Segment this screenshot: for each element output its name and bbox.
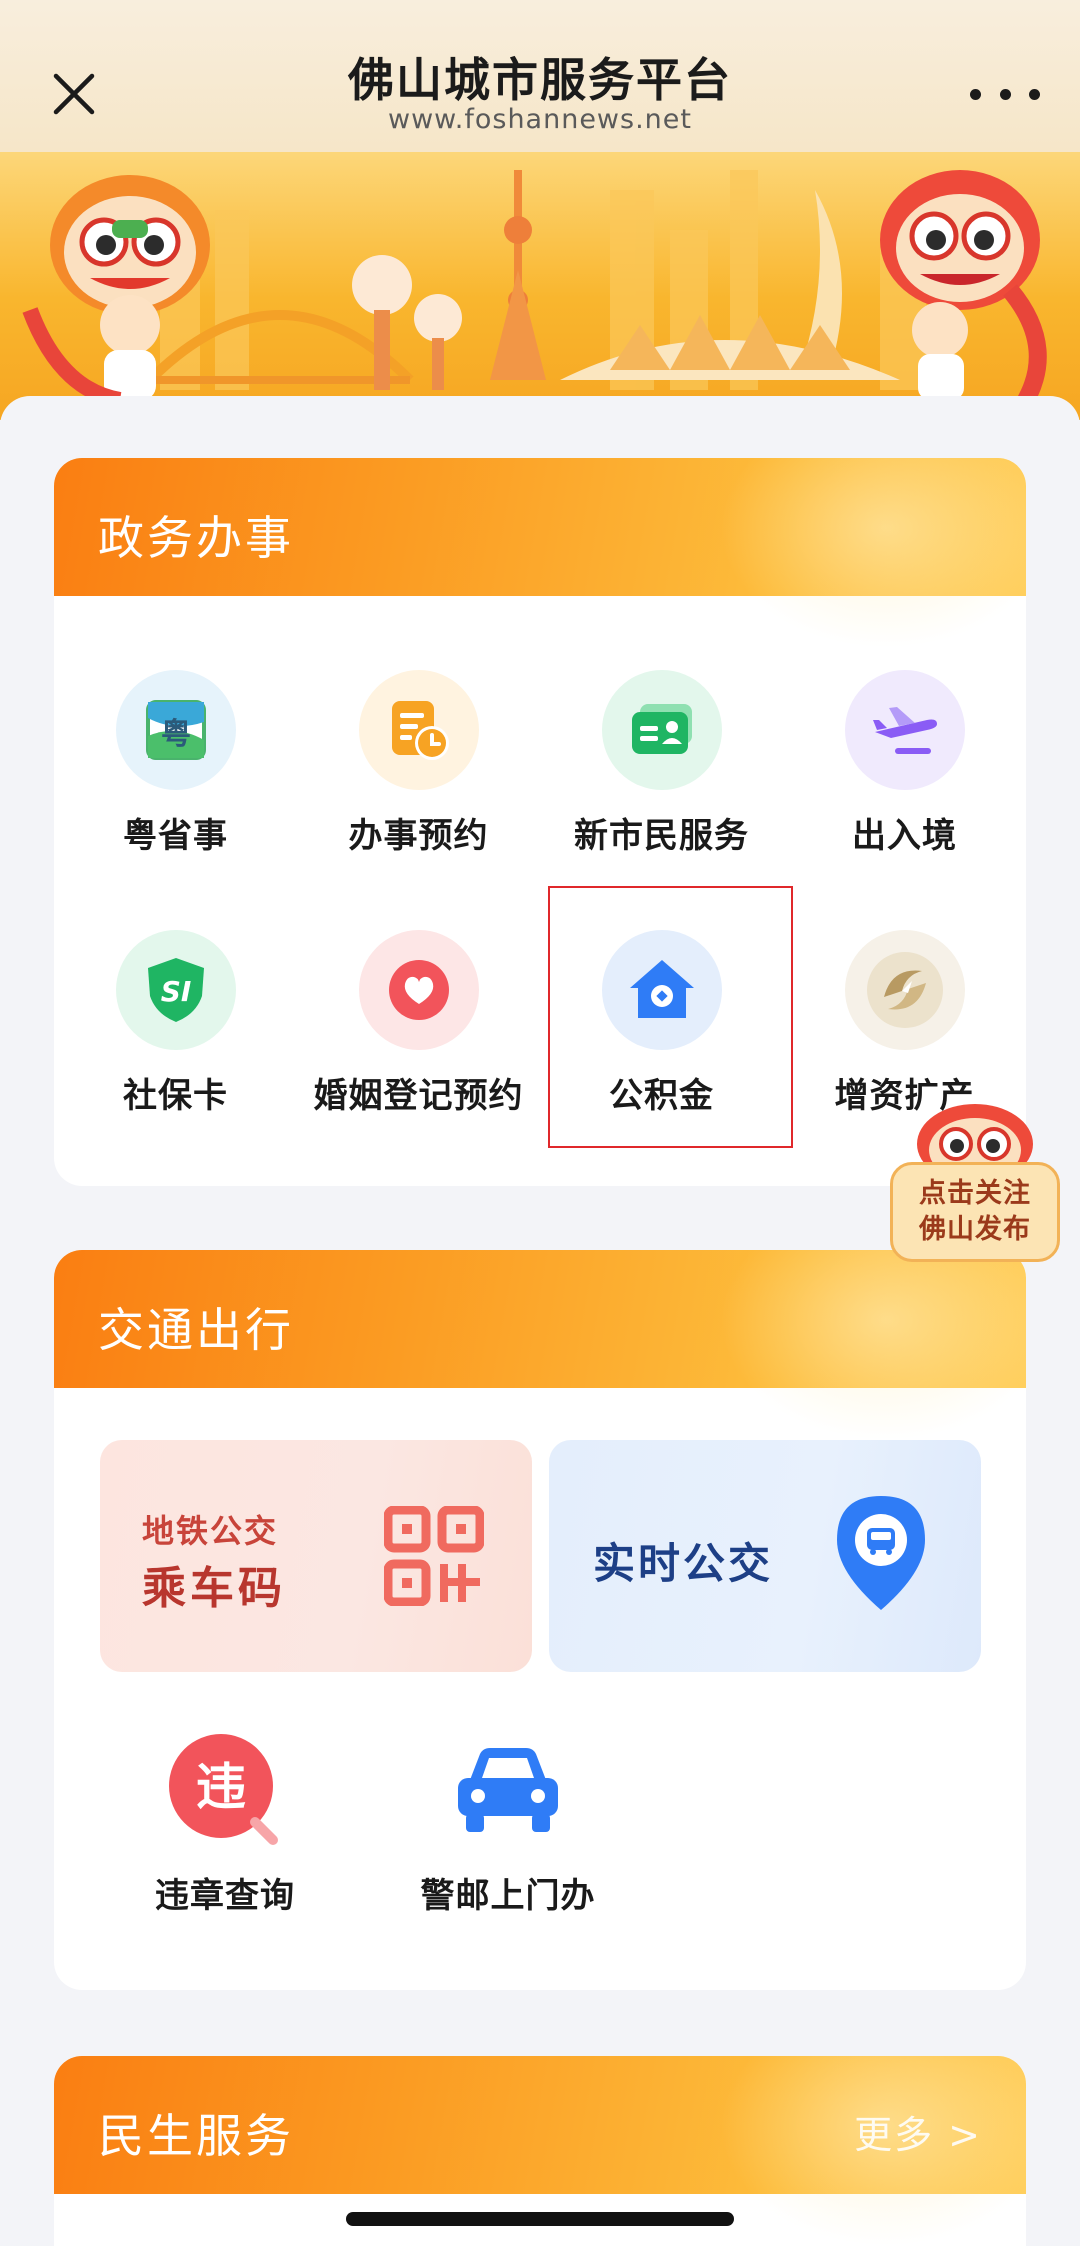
transport-header: 交通出行 bbox=[54, 1250, 1026, 1450]
more-dot-icon bbox=[970, 88, 981, 100]
more-dot-icon bbox=[1029, 88, 1040, 100]
realtime-bus-tile[interactable]: 实时公交 bbox=[549, 1440, 981, 1672]
tile-subtitle: 地铁公交 bbox=[142, 1512, 279, 1550]
service-label: 警邮上门办 bbox=[420, 1876, 596, 1916]
follow-line-2: 佛山发布 bbox=[919, 1214, 1031, 1245]
more-link[interactable]: 更多 > bbox=[854, 2104, 982, 2159]
highlight-box bbox=[548, 886, 793, 1148]
service-marriage-registration[interactable]: 婚姻登记预约 bbox=[297, 930, 540, 1130]
svg-text:粤: 粤 bbox=[161, 717, 191, 752]
tile-title: 实时公交 bbox=[593, 1539, 774, 1588]
home-indicator bbox=[346, 2212, 734, 2226]
service-label: 办事预约 bbox=[348, 816, 489, 856]
service-label: 出入境 bbox=[852, 816, 957, 856]
heart-icon bbox=[358, 930, 479, 1050]
svg-text:SI: SI bbox=[160, 975, 191, 1008]
id-card-icon bbox=[601, 670, 722, 790]
service-appointment[interactable]: 办事预约 bbox=[297, 670, 540, 870]
section-title: 政务办事 bbox=[98, 511, 294, 565]
top-nav-bar: 佛山城市服务平台 www.foshannews.net bbox=[0, 0, 1080, 152]
festival-banner bbox=[0, 150, 1080, 420]
service-label: 违章查询 bbox=[155, 1876, 295, 1916]
yue-sheng-shi-icon: 粤 bbox=[115, 670, 236, 790]
more-dot-icon bbox=[999, 88, 1011, 100]
social-security-shield-icon: SI bbox=[115, 930, 236, 1050]
qr-code-icon bbox=[384, 1506, 484, 1606]
transport-card: 交通出行 地铁公交 乘车码 实时公交 违 违章查询 警邮上门办 bbox=[54, 1250, 1026, 1990]
svg-text:违: 违 bbox=[196, 1758, 246, 1816]
service-new-resident[interactable]: 新市民服务 bbox=[540, 670, 783, 870]
metro-bus-qr-tile[interactable]: 地铁公交 乘车码 bbox=[100, 1440, 532, 1672]
airplane-icon bbox=[844, 670, 965, 790]
section-title: 交通出行 bbox=[98, 1303, 294, 1357]
gov-services-card: 政务办事 粤 粤省事 办事预约 新市民服务 出入境 SI 社保卡 婚姻登记预约 … bbox=[54, 458, 1026, 1186]
more-menu-button[interactable] bbox=[970, 72, 1040, 116]
page-title: 佛山城市服务平台 bbox=[348, 53, 732, 107]
livelihood-header: 民生服务 更多 > bbox=[54, 2056, 1026, 2246]
tile-title: 乘车码 bbox=[142, 1563, 286, 1614]
service-label: 婚姻登记预约 bbox=[313, 1076, 524, 1116]
service-social-security-card[interactable]: SI 社保卡 bbox=[54, 930, 297, 1130]
car-icon bbox=[448, 1730, 568, 1850]
bus-location-icon bbox=[837, 1496, 925, 1610]
service-label: 新市民服务 bbox=[574, 816, 749, 856]
section-title: 民生服务 bbox=[98, 2109, 294, 2163]
service-immigration[interactable]: 出入境 bbox=[783, 670, 1026, 870]
city-skyline-illustration bbox=[22, 170, 1047, 415]
gov-services-header: 政务办事 bbox=[54, 458, 1026, 658]
service-yue-sheng-shi[interactable]: 粤 粤省事 bbox=[54, 670, 297, 870]
service-violation-query[interactable]: 违 违章查询 bbox=[95, 1730, 355, 1930]
service-police-postal[interactable]: 警邮上门办 bbox=[378, 1730, 638, 1930]
growth-logo-icon bbox=[844, 930, 965, 1050]
appointment-icon bbox=[358, 670, 479, 790]
follow-label-box: 点击关注 佛山发布 bbox=[890, 1162, 1060, 1262]
follow-line-1: 点击关注 bbox=[919, 1178, 1031, 1209]
follow-foshan-badge[interactable]: 点击关注 佛山发布 bbox=[890, 1096, 1060, 1264]
page-url: www.foshannews.net bbox=[388, 104, 692, 135]
violation-icon: 违 bbox=[165, 1730, 285, 1850]
